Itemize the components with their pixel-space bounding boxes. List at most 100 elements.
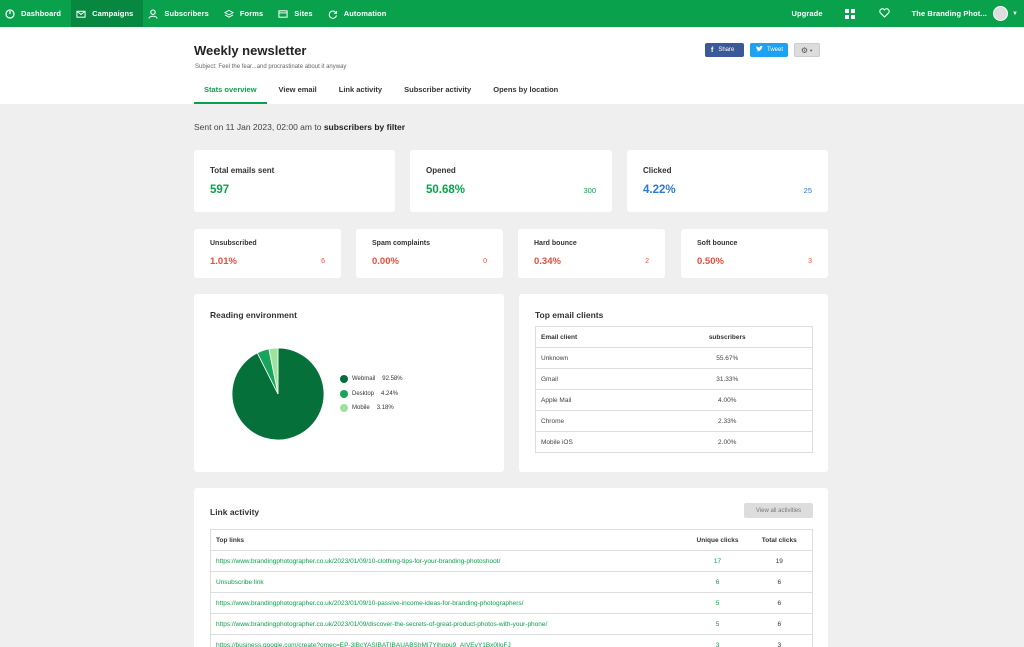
stat-card-hard-bounce[interactable]: Hard bounce 0.34% 2	[518, 229, 665, 278]
tab-subscriber-activity[interactable]: Subscriber activity	[394, 83, 481, 104]
unique-clicks: 6	[688, 571, 747, 593]
stat-card-unsubscribed[interactable]: Unsubscribed 1.01% 6	[194, 229, 341, 278]
settings-dropdown-button[interactable]: ⚙ ▼	[794, 43, 820, 57]
total-clicks: 6	[746, 592, 813, 614]
total-clicks: 6	[746, 571, 813, 593]
nav-subscribers-label: Subscribers	[164, 9, 209, 18]
avatar	[992, 6, 1008, 21]
top-nav: Dashboard Campaigns Subscribers Forms Si…	[0, 0, 1024, 27]
stat-value: 0.50%	[697, 256, 724, 267]
unique-clicks: 17	[688, 550, 747, 572]
column-header: Unique clicks	[696, 536, 739, 544]
link-activity-card: Link activity View all activities Top li…	[194, 488, 828, 647]
user-icon	[148, 8, 158, 19]
stat-card-opened[interactable]: Opened 50.68% 300	[410, 150, 612, 212]
nav-subscribers[interactable]: Subscribers	[143, 0, 218, 27]
page-title: Weekly newsletter	[194, 43, 307, 58]
refresh-icon	[328, 9, 338, 19]
column-header: Email client	[541, 333, 578, 341]
tab-opens-by-location[interactable]: Opens by location	[483, 83, 568, 104]
legend-swatch	[340, 375, 348, 384]
link-url[interactable]: https://www.brandingphotographer.co.uk/2…	[210, 613, 689, 635]
twitter-tweet-button[interactable]: Tweet	[750, 43, 788, 57]
stat-card-total-sent: Total emails sent 597	[194, 150, 395, 212]
nav-dashboard-label: Dashboard	[21, 9, 62, 18]
stat-value: 0.00%	[372, 256, 399, 267]
twitter-tweet-label: Tweet	[767, 47, 784, 53]
section-title: Top email clients	[535, 310, 604, 320]
stat-card-clicked[interactable]: Clicked 4.22% 25	[627, 150, 828, 212]
favorites-button[interactable]	[867, 0, 902, 27]
client-share: 2.33%	[642, 410, 813, 432]
dashboard-icon	[5, 8, 15, 19]
mail-icon	[76, 9, 86, 19]
nav-campaigns[interactable]: Campaigns	[71, 0, 144, 27]
upgrade-label: Upgrade	[791, 9, 823, 18]
top-links-table: Top links Unique clicks Total clicks htt…	[210, 529, 813, 647]
layers-icon	[223, 9, 234, 19]
stat-label: Spam complaints	[372, 240, 430, 247]
gear-icon: ⚙	[800, 45, 809, 55]
facebook-share-button[interactable]: f Share	[705, 43, 744, 57]
stat-label: Unsubscribed	[210, 240, 257, 247]
legend-item-mobile: Mobile 3.18%	[340, 401, 403, 416]
table-row: https://www.brandingphotographer.co.uk/2…	[210, 592, 813, 614]
client-name: Unknown	[535, 347, 643, 369]
total-clicks: 19	[746, 550, 813, 572]
legend-value: 92.58%	[382, 376, 403, 383]
client-share: 2.00%	[642, 431, 813, 453]
stat-card-soft-bounce[interactable]: Soft bounce 0.50% 3	[681, 229, 828, 278]
stat-value: 50.68%	[426, 184, 466, 196]
stat-label: Soft bounce	[697, 240, 738, 247]
column-header: Top links	[216, 536, 245, 544]
legend-swatch	[340, 389, 348, 398]
nav-dashboard[interactable]: Dashboard	[0, 0, 71, 27]
link-url[interactable]: Unsubscribe link	[210, 571, 689, 593]
apps-button[interactable]	[833, 0, 867, 27]
tab-view-email[interactable]: View email	[269, 83, 327, 104]
table-row: Unknown 55.67%	[535, 347, 813, 369]
nav-sites[interactable]: Sites	[273, 0, 322, 27]
stat-label: Clicked	[643, 166, 672, 175]
reading-environment-card: Reading environment Webmail 92.58% Deskt…	[194, 294, 504, 472]
link-url[interactable]: https://business.google.com/create?omec=…	[210, 634, 689, 647]
tab-link-activity[interactable]: Link activity	[329, 83, 392, 104]
account-menu[interactable]: The Branding Phot... ▼	[902, 0, 1024, 27]
pie-legend: Webmail 92.58% Desktop 4.24% Mobile 3.18…	[340, 372, 403, 416]
link-url[interactable]: https://www.brandingphotographer.co.uk/2…	[210, 592, 689, 614]
nav-forms[interactable]: Forms	[219, 0, 273, 27]
nav-campaigns-label: Campaigns	[92, 9, 134, 18]
tab-stats-overview[interactable]: Stats overview	[194, 83, 267, 104]
view-all-activities-button[interactable]: View all activities	[744, 503, 813, 518]
nav-automation[interactable]: Automation	[323, 0, 397, 27]
table-row: https://www.brandingphotographer.co.uk/2…	[210, 550, 813, 572]
stat-label: Hard bounce	[534, 240, 577, 247]
client-name: Apple Mail	[535, 389, 643, 411]
table-header-row: Email client subscribers	[536, 327, 813, 348]
link-url[interactable]: https://www.brandingphotographer.co.uk/2…	[210, 550, 689, 572]
stat-value: 4.22%	[643, 184, 676, 196]
stat-label: Opened	[426, 166, 456, 175]
table-row: Mobile iOS 2.00%	[535, 431, 813, 453]
total-clicks: 6	[746, 613, 813, 635]
sent-info: Sent on 11 Jan 2023, 02:00 am to subscri…	[194, 122, 405, 132]
unique-clicks: 3	[688, 634, 747, 647]
client-share: 31.33%	[642, 368, 813, 390]
stat-count: 2	[645, 258, 649, 265]
legend-label: Desktop	[352, 390, 375, 397]
account-name: The Branding Phot...	[911, 9, 987, 18]
upgrade-link[interactable]: Upgrade	[781, 0, 832, 27]
column-header: Total clicks	[761, 536, 797, 544]
legend-item-desktop: Desktop 4.24%	[340, 387, 403, 402]
heart-icon	[878, 7, 890, 20]
unique-clicks: 5	[688, 592, 747, 614]
table-row: Apple Mail 4.00%	[535, 389, 813, 411]
chevron-down-icon: ▼	[1011, 10, 1018, 17]
legend-label: Mobile	[352, 405, 370, 412]
unique-clicks: 5	[688, 613, 747, 635]
table-header-row: Top links Unique clicks Total clicks	[211, 530, 813, 551]
reading-environment-pie	[231, 347, 325, 441]
top-email-clients-card: Top email clients Email client subscribe…	[519, 294, 828, 472]
stat-card-spam[interactable]: Spam complaints 0.00% 0	[356, 229, 503, 278]
chevron-down-icon: ▼	[809, 47, 814, 53]
